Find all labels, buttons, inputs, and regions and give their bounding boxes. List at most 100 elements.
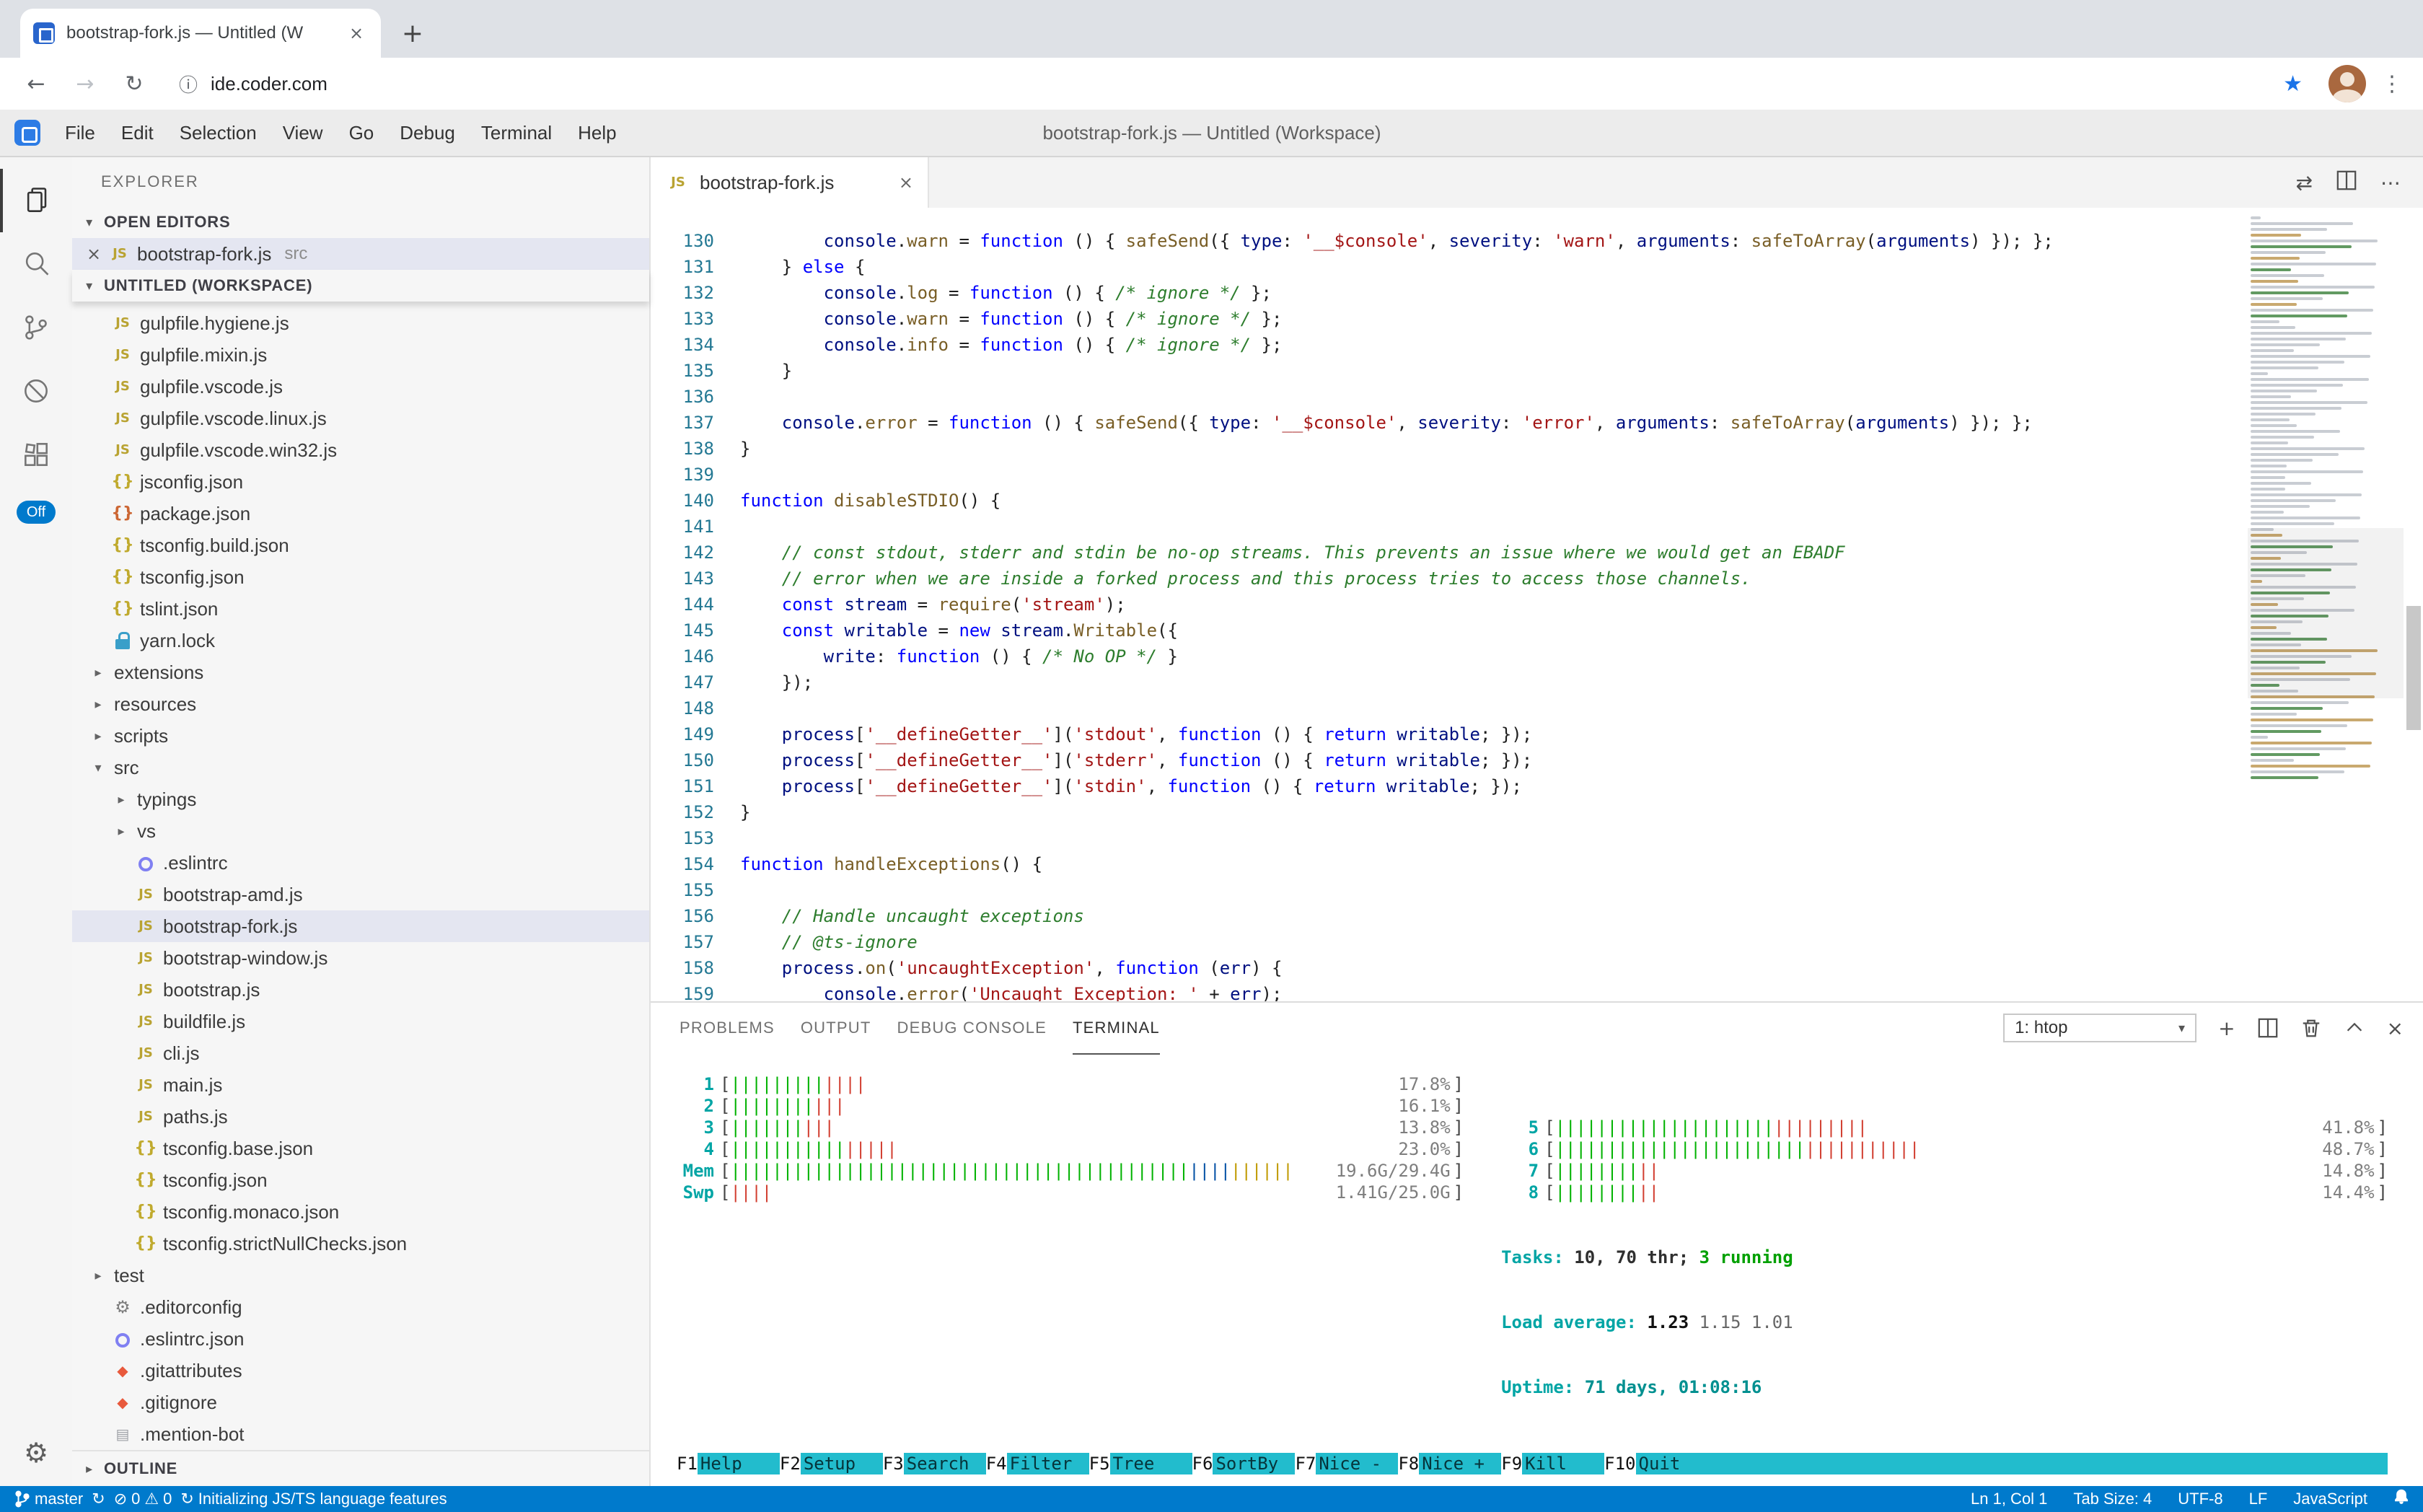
scrollbar-thumb[interactable] xyxy=(2406,606,2421,730)
tree-item-tsconfig.monaco.json[interactable]: {}tsconfig.monaco.json xyxy=(72,1196,649,1228)
tree-item-gulpfile.mixin.js[interactable]: JSgulpfile.mixin.js xyxy=(72,339,649,371)
split-terminal-icon[interactable] xyxy=(2257,1017,2279,1039)
tree-item-gulpfile.hygiene.js[interactable]: JSgulpfile.hygiene.js xyxy=(72,307,649,339)
status-item-utf-8[interactable]: UTF-8 xyxy=(2178,1490,2222,1508)
code-line[interactable]: 135 } xyxy=(651,358,2248,384)
minimap-viewport[interactable] xyxy=(2248,528,2404,698)
fkey-label-f8[interactable]: Nice + xyxy=(1419,1453,1501,1474)
code-line[interactable]: 158 process.on('uncaughtException', func… xyxy=(651,955,2248,981)
forward-icon[interactable]: → xyxy=(66,71,104,97)
menu-view[interactable]: View xyxy=(270,122,336,144)
code-line[interactable]: 152} xyxy=(651,799,2248,825)
status-item-tab-size-4[interactable]: Tab Size: 4 xyxy=(2073,1490,2152,1508)
code-line[interactable]: 153 xyxy=(651,825,2248,851)
tree-item-.gitignore[interactable]: ◆.gitignore xyxy=(72,1386,649,1418)
panel-tab-debug-console[interactable]: DEBUG CONSOLE xyxy=(897,1003,1047,1055)
code-line[interactable]: 149 process['__defineGetter__']('stdout'… xyxy=(651,721,2248,747)
code-line[interactable]: 148 xyxy=(651,695,2248,721)
fkey-f9[interactable]: F9 xyxy=(1501,1453,1522,1474)
source-control-icon[interactable] xyxy=(1,296,71,359)
browser-menu-icon[interactable]: ⋮ xyxy=(2378,71,2406,97)
tree-item-package.json[interactable]: {}package.json xyxy=(72,498,649,529)
tree-item-paths.js[interactable]: JSpaths.js xyxy=(72,1101,649,1133)
fkey-label-f6[interactable]: SortBy xyxy=(1213,1453,1295,1474)
tree-item-typings[interactable]: ▸typings xyxy=(72,783,649,815)
code-line[interactable]: 131 } else { xyxy=(651,254,2248,280)
tree-item-tsconfig.json[interactable]: {}tsconfig.json xyxy=(72,561,649,593)
fkey-f2[interactable]: F2 xyxy=(780,1453,801,1474)
fkey-label-f5[interactable]: Tree xyxy=(1110,1453,1192,1474)
reload-icon[interactable]: ↻ xyxy=(115,71,153,97)
tree-item-vs[interactable]: ▸vs xyxy=(72,815,649,847)
tree-item-scripts[interactable]: ▸scripts xyxy=(72,720,649,752)
tree-item-.editorconfig[interactable]: ⚙.editorconfig xyxy=(72,1291,649,1323)
branch-indicator[interactable]: master xyxy=(14,1490,83,1508)
status-item-javascript[interactable]: JavaScript xyxy=(2293,1490,2367,1508)
fkey-f7[interactable]: F7 xyxy=(1295,1453,1316,1474)
code-line[interactable]: 134 console.info = function () { /* igno… xyxy=(651,332,2248,358)
sync-icon[interactable]: ↻ xyxy=(92,1490,105,1508)
code-line[interactable]: 141 xyxy=(651,514,2248,540)
open-changes-icon[interactable]: ⇄ xyxy=(2296,171,2313,195)
code-line[interactable]: 146 write: function () { /* No OP */ } xyxy=(651,643,2248,669)
panel-tab-problems[interactable]: PROBLEMS xyxy=(680,1003,775,1055)
minimap[interactable] xyxy=(2248,208,2404,1001)
tree-item-.eslintrc[interactable]: .eslintrc xyxy=(72,847,649,879)
terminal-select[interactable]: 1: htop ▾ xyxy=(2003,1014,2196,1042)
tree-item-tsconfig.base.json[interactable]: {}tsconfig.base.json xyxy=(72,1133,649,1164)
code-line[interactable]: 154function handleExceptions() { xyxy=(651,851,2248,877)
fkey-f6[interactable]: F6 xyxy=(1192,1453,1213,1474)
close-icon[interactable]: × xyxy=(899,172,913,193)
code-line[interactable]: 155 xyxy=(651,877,2248,903)
tree-item-cli.js[interactable]: JScli.js xyxy=(72,1037,649,1069)
browser-tab[interactable]: bootstrap-fork.js — Untitled (W × xyxy=(20,9,381,58)
code-lines[interactable]: 130 console.warn = function () { safeSen… xyxy=(651,208,2248,1001)
tree-item-bootstrap-window.js[interactable]: JSbootstrap-window.js xyxy=(72,942,649,974)
tree-item-yarn.lock[interactable]: yarn.lock xyxy=(72,625,649,656)
tree-item-bootstrap-fork.js[interactable]: JSbootstrap-fork.js xyxy=(72,910,649,942)
fkey-f5[interactable]: F5 xyxy=(1089,1453,1110,1474)
tree-item-main.js[interactable]: JSmain.js xyxy=(72,1069,649,1101)
tree-item-.eslintrc.json[interactable]: .eslintrc.json xyxy=(72,1323,649,1355)
new-tab-button[interactable]: + xyxy=(392,13,433,53)
fkey-label-f10[interactable]: Quit xyxy=(1636,1453,1718,1474)
code-line[interactable]: 137 console.error = function () { safeSe… xyxy=(651,410,2248,436)
bookmark-star-icon[interactable]: ★ xyxy=(2283,71,2303,97)
maximize-panel-icon[interactable] xyxy=(2344,1017,2365,1039)
more-actions-icon[interactable]: ⋯ xyxy=(2380,171,2401,195)
status-badge[interactable]: Off xyxy=(17,501,56,524)
tree-item-tsconfig.json[interactable]: {}tsconfig.json xyxy=(72,1164,649,1196)
code-line[interactable]: 159 console.error('Uncaught Exception: '… xyxy=(651,981,2248,1001)
code-line[interactable]: 150 process['__defineGetter__']('stderr'… xyxy=(651,747,2248,773)
fkey-label-f7[interactable]: Nice - xyxy=(1316,1453,1398,1474)
panel-tab-output[interactable]: OUTPUT xyxy=(801,1003,871,1055)
fkey-label-f9[interactable]: Kill xyxy=(1522,1453,1604,1474)
fkey-f1[interactable]: F1 xyxy=(677,1453,698,1474)
tree-item-bootstrap-amd.js[interactable]: JSbootstrap-amd.js xyxy=(72,879,649,910)
section-open-editors[interactable]: ▾ OPEN EDITORS xyxy=(72,206,649,238)
menu-file[interactable]: File xyxy=(52,122,108,144)
new-terminal-icon[interactable]: + xyxy=(2218,1016,2235,1040)
fkey-label-f1[interactable]: Help xyxy=(698,1453,780,1474)
fkey-f8[interactable]: F8 xyxy=(1398,1453,1419,1474)
code-line[interactable]: 140function disableSTDIO() { xyxy=(651,488,2248,514)
fkey-label-f3[interactable]: Search xyxy=(904,1453,986,1474)
tree-item-bootstrap.js[interactable]: JSbootstrap.js xyxy=(72,974,649,1006)
tree-item-tslint.json[interactable]: {}tslint.json xyxy=(72,593,649,625)
terminal[interactable]: 1[|||||||||||||17.8%]2[|||||||||||16.1%]… xyxy=(651,1053,2423,1486)
close-panel-icon[interactable]: × xyxy=(2387,1016,2404,1040)
fkey-label-f4[interactable]: Filter xyxy=(1007,1453,1089,1474)
close-icon[interactable]: × xyxy=(81,244,107,264)
code-line[interactable]: 130 console.warn = function () { safeSen… xyxy=(651,228,2248,254)
menu-debug[interactable]: Debug xyxy=(387,122,468,144)
code-line[interactable]: 156 // Handle uncaught exceptions xyxy=(651,903,2248,929)
code-line[interactable]: 145 const writable = new stream.Writable… xyxy=(651,617,2248,643)
status-item-lf[interactable]: LF xyxy=(2249,1490,2268,1508)
section-workspace[interactable]: ▾ UNTITLED (WORKSPACE) xyxy=(72,270,649,302)
editor-tab-bootstrap-fork[interactable]: JS bootstrap-fork.js × xyxy=(651,157,929,208)
tab-close-icon[interactable]: × xyxy=(345,23,368,43)
tree-item-.mention-bot[interactable]: ▤.mention-bot xyxy=(72,1418,649,1450)
menu-go[interactable]: Go xyxy=(336,122,387,144)
gear-icon[interactable]: ⚙ xyxy=(24,1437,48,1469)
code-line[interactable]: 142 // const stdout, stderr and stdin be… xyxy=(651,540,2248,566)
